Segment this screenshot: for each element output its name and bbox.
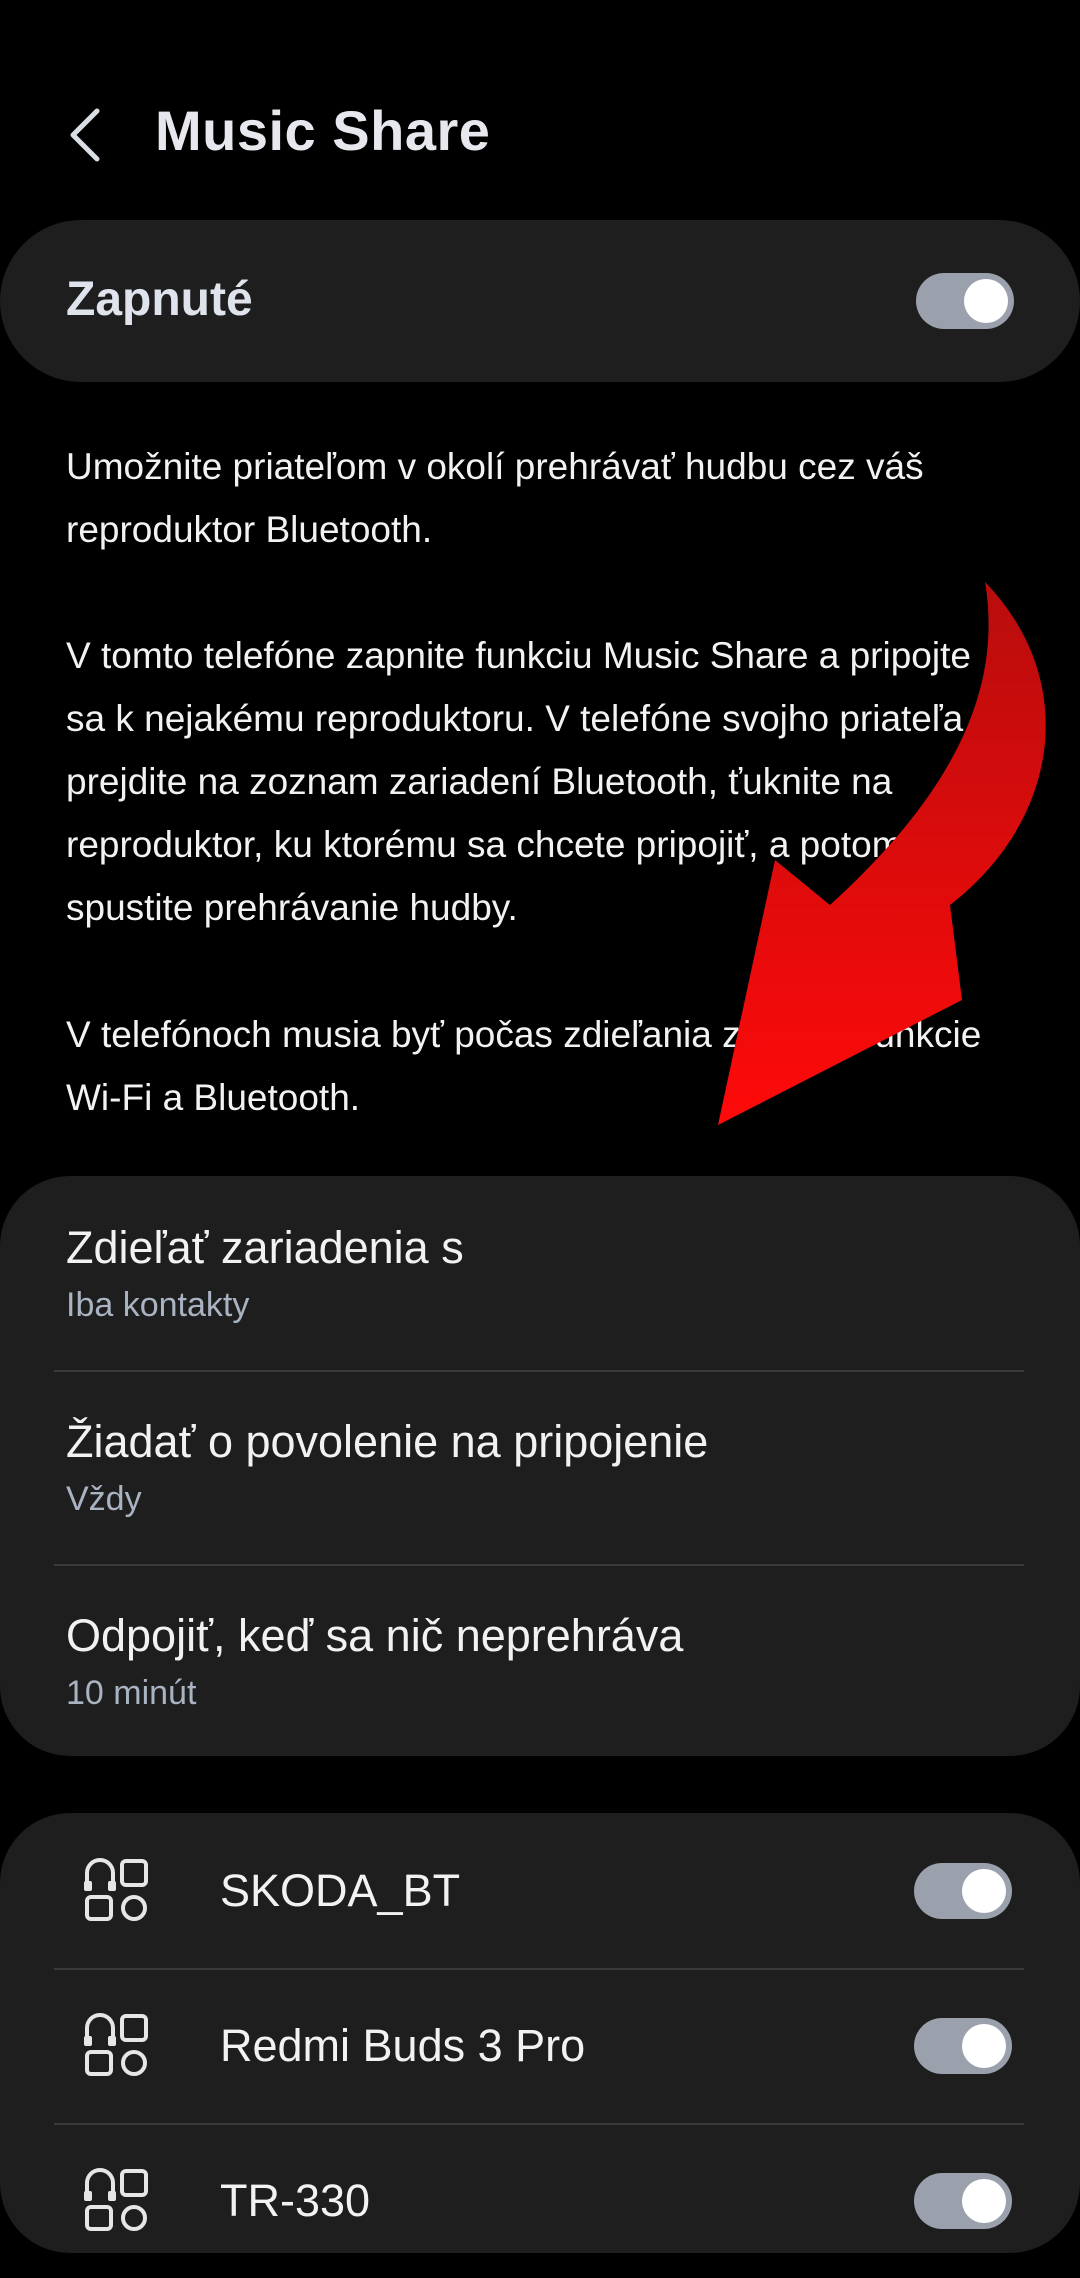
device-group-icon bbox=[84, 2168, 148, 2231]
setting-ask-permission[interactable]: Žiadať o povolenie na pripojenie Vždy bbox=[0, 1370, 1080, 1564]
settings-card: Zdieľať zariadenia s Iba kontakty Žiadať… bbox=[0, 1176, 1080, 1756]
device-row-tr-330[interactable]: TR-330 bbox=[0, 2123, 1080, 2278]
setting-title: Odpojiť, keď sa nič neprehráva bbox=[66, 1610, 684, 1661]
device-group-icon bbox=[84, 2013, 148, 2076]
device-name: TR-330 bbox=[220, 2175, 371, 2226]
setting-value: Vždy bbox=[66, 1480, 142, 1518]
setting-share-devices-with[interactable]: Zdieľať zariadenia s Iba kontakty bbox=[0, 1176, 1080, 1370]
device-name: SKODA_BT bbox=[220, 1865, 461, 1916]
setting-disconnect-idle[interactable]: Odpojiť, keď sa nič neprehráva 10 minút bbox=[0, 1564, 1080, 1758]
device-row-skoda-bt[interactable]: SKODA_BT bbox=[0, 1813, 1080, 1968]
toggle-knob bbox=[962, 2024, 1006, 2068]
chevron-left-icon bbox=[70, 108, 100, 162]
device-name: Redmi Buds 3 Pro bbox=[220, 2020, 586, 2071]
page-title: Music Share bbox=[155, 99, 491, 162]
device-toggle[interactable] bbox=[914, 1863, 1012, 1919]
master-toggle[interactable] bbox=[916, 273, 1014, 329]
device-group-icon bbox=[84, 1858, 148, 1921]
back-button[interactable] bbox=[50, 95, 120, 175]
setting-value: Iba kontakty bbox=[66, 1286, 250, 1324]
master-switch-label: Zapnuté bbox=[66, 273, 253, 326]
description-paragraph: Umožnite priateľom v okolí prehrávať hud… bbox=[66, 446, 924, 550]
setting-title: Zdieľať zariadenia s bbox=[66, 1222, 464, 1273]
devices-card: SKODA_BT Redmi Buds 3 Pro TR-330 bbox=[0, 1813, 1080, 2253]
setting-value: 10 minút bbox=[66, 1674, 197, 1712]
description-paragraph: V telefónoch musia byť počas zdieľania z… bbox=[66, 1014, 982, 1118]
toggle-knob bbox=[962, 2179, 1006, 2223]
app-header: Music Share bbox=[0, 0, 1080, 220]
toggle-knob bbox=[964, 279, 1008, 323]
device-toggle[interactable] bbox=[914, 2173, 1012, 2229]
device-row-redmi-buds[interactable]: Redmi Buds 3 Pro bbox=[0, 1968, 1080, 2123]
toggle-knob bbox=[962, 1869, 1006, 1913]
setting-title: Žiadať o povolenie na pripojenie bbox=[66, 1416, 709, 1467]
master-switch-row[interactable]: Zapnuté bbox=[0, 220, 1080, 382]
device-toggle[interactable] bbox=[914, 2018, 1012, 2074]
description-paragraph: V tomto telefóne zapnite funkciu Music S… bbox=[66, 635, 971, 928]
